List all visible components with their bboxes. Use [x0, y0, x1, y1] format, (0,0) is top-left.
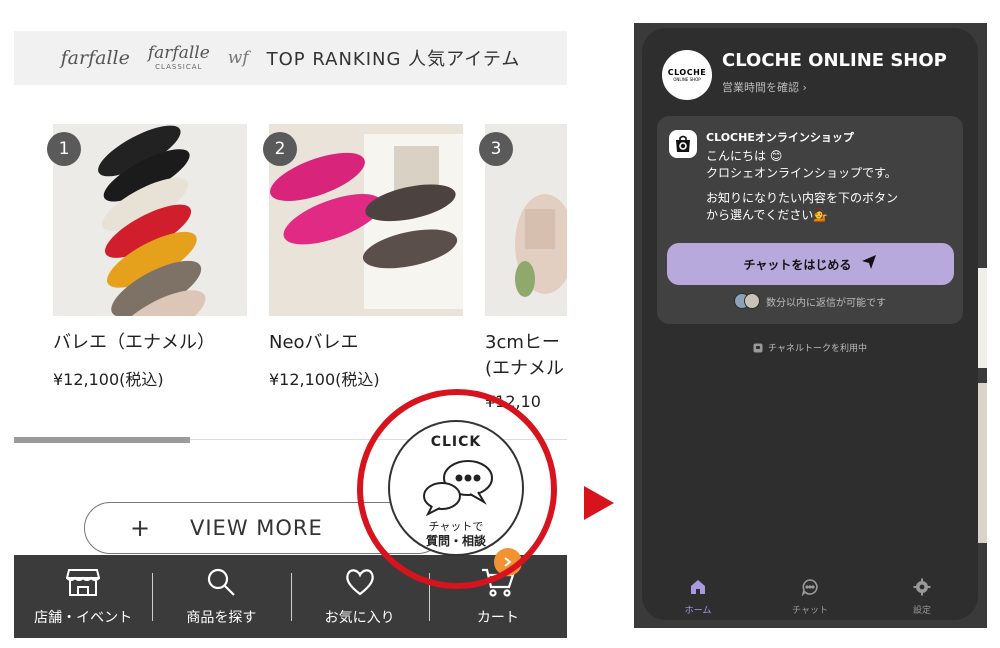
powered-by-text: チャネルトークを利用中	[768, 344, 867, 354]
tab-settings[interactable]: 設定	[866, 574, 978, 620]
brand-ranking-bar: farfalle farfalle CLASSICAL wf TOP RANKI…	[14, 31, 567, 85]
nav-store-events[interactable]: 店舗・イベント	[14, 555, 152, 638]
click-label: CLICK	[430, 434, 482, 450]
product-price: ¥12,100(税込)	[53, 370, 164, 389]
store-icon	[65, 567, 101, 601]
product-image[interactable]	[53, 124, 247, 316]
chat-widget-tabs: ホーム チャット 設定	[642, 574, 978, 620]
message-line: こんにちは 😊	[706, 149, 783, 163]
brand-logo-wf[interactable]: wf	[228, 48, 249, 68]
brand-classical-main: farfalle	[147, 43, 210, 63]
tab-label: チャット	[792, 606, 828, 616]
brand-logo-farfalle-classical[interactable]: farfalle CLASSICAL	[148, 45, 210, 71]
rank-badge: 1	[47, 132, 81, 166]
channel-talk-icon	[753, 338, 763, 357]
shopping-bag-icon	[669, 130, 697, 158]
heart-icon	[344, 567, 376, 601]
product-name-line2: (エナメル	[485, 358, 565, 379]
product-image[interactable]	[269, 124, 463, 316]
chat-launcher-button[interactable]: CLICK チャットで 質問・相談	[388, 420, 524, 556]
logo-sub: ONLINE SHOP	[673, 77, 701, 82]
nav-label: お気に入り	[324, 609, 395, 626]
product-card-3[interactable]: 3 3cmヒー (エナメル ¥12,10	[479, 124, 567, 411]
rank-badge: 3	[479, 132, 513, 166]
bot-name: CLOCHEオンラインショップ	[706, 131, 854, 144]
chat-launcher-sub2: 質問・相談	[425, 534, 486, 548]
avatar	[744, 293, 760, 309]
shop-logo: CLOCHE ONLINE SHOP	[662, 50, 712, 100]
view-more-label: VIEW MORE	[190, 516, 323, 540]
tab-label: ホーム	[684, 606, 712, 616]
tab-chat[interactable]: チャット	[754, 574, 866, 620]
message-line: お知りになりたい内容を下のボタン	[706, 191, 899, 205]
home-icon	[689, 578, 707, 600]
search-icon	[206, 567, 236, 601]
nav-label: 店舗・イベント	[34, 609, 133, 626]
powered-by[interactable]: チャネルトークを利用中	[642, 338, 978, 357]
speech-bubbles-icon	[420, 458, 496, 520]
rank-badge: 2	[263, 132, 297, 166]
plus-icon: +	[130, 514, 151, 542]
product-name-line1: 3cmヒー	[485, 332, 560, 353]
agent-avatars	[734, 293, 760, 309]
transition-arrow-icon	[584, 486, 614, 520]
brand-classical-sub: CLASSICAL	[155, 63, 203, 71]
reply-time-text: 数分以内に返信が可能です	[766, 297, 886, 309]
welcome-message-card: CLOCHEオンラインショップ こんにちは 😊 クロシェオンラインショップです。…	[657, 116, 963, 324]
gear-icon	[913, 578, 931, 600]
product-price: ¥12,100(税込)	[269, 370, 380, 389]
chat-widget-panel: CLOCHE ONLINE SHOP CLOCHE ONLINE SHOP 営業…	[642, 28, 978, 620]
message-line: から選んでください💁	[706, 208, 829, 222]
product-card-2[interactable]: 2 Neoバレエ ¥12,100(税込)	[263, 124, 463, 390]
business-hours-link[interactable]: 営業時間を確認 ›	[722, 79, 807, 95]
nav-search-products[interactable]: 商品を探す	[152, 555, 290, 638]
logo-text: CLOCHE	[667, 68, 707, 77]
send-icon	[861, 254, 877, 274]
message-line: クロシェオンラインショップです。	[706, 166, 897, 180]
nav-divider	[152, 573, 153, 621]
nav-divider	[291, 573, 292, 621]
tab-home[interactable]: ホーム	[642, 574, 754, 620]
ranking-title: TOP RANKING 人気アイテム	[266, 49, 521, 70]
start-chat-button[interactable]: チャットをはじめる	[667, 243, 954, 285]
product-name: バレエ（エナメル）	[53, 332, 215, 353]
chat-icon	[801, 578, 819, 600]
product-card-1[interactable]: 1 バレエ（エナメル） ¥12,100(税込)	[47, 124, 247, 390]
product-name: 3cmヒー (エナメル	[485, 330, 567, 382]
start-chat-label: チャットをはじめる	[743, 257, 852, 272]
brand-logo-farfalle[interactable]: farfalle	[61, 47, 130, 69]
carousel-scrollbar[interactable]	[14, 437, 190, 443]
shop-name: CLOCHE ONLINE SHOP	[722, 50, 947, 71]
nav-label: カート	[476, 609, 519, 626]
tab-label: 設定	[912, 606, 931, 616]
reply-time-info: 数分以内に返信が可能です	[657, 293, 963, 309]
product-name: Neoバレエ	[269, 332, 359, 353]
nav-label: 商品を探す	[186, 609, 257, 626]
